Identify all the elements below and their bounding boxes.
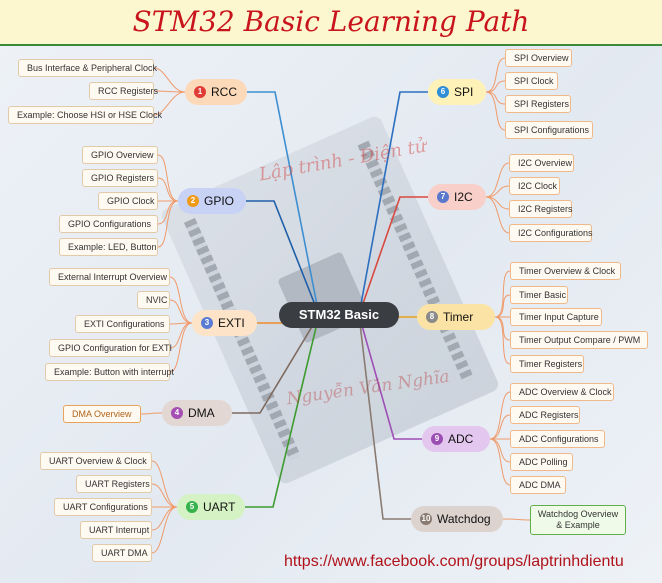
leaf-watchdog-1[interactable]: Watchdog Overview & Example	[530, 505, 626, 535]
branch-line-spi	[358, 91, 428, 316]
leaf-spi-1[interactable]: SPI Overview	[505, 49, 572, 67]
leaf-gpio-1[interactable]: GPIO Overview	[82, 146, 158, 164]
branch-label-uart: UART	[203, 500, 236, 514]
leaf-connector-uart-1	[151, 460, 178, 508]
leaf-i2c-2[interactable]: I2C Clock	[509, 177, 560, 195]
branch-number-gpio: 2	[187, 195, 199, 207]
leaf-exti-2[interactable]: NVIC	[137, 291, 170, 309]
leaf-adc-1[interactable]: ADC Overview & Clock	[510, 383, 614, 401]
leaf-connector-exti-1	[169, 276, 193, 324]
leaf-exti-1[interactable]: External Interrupt Overview	[49, 268, 170, 286]
leaf-rcc-2[interactable]: RCC Registers	[89, 82, 158, 100]
leaf-i2c-4[interactable]: I2C Configurations	[509, 224, 593, 242]
leaf-adc-2[interactable]: ADC Registers	[510, 406, 580, 424]
leaf-connector-gpio-1	[157, 154, 179, 202]
leaf-timer-5[interactable]: Timer Registers	[510, 355, 584, 373]
leaf-exti-5[interactable]: Example: Button with interrupt	[45, 363, 174, 381]
branch-node-i2c[interactable]: 7 I2C	[428, 184, 486, 210]
branch-label-dma: DMA	[188, 406, 215, 420]
branch-line-uart	[245, 314, 320, 508]
leaf-connector-i2c-2	[485, 185, 510, 198]
leaf-uart-2[interactable]: UART Registers	[76, 475, 152, 493]
branch-label-gpio: GPIO	[204, 194, 235, 208]
leaf-uart-5[interactable]: UART DMA	[92, 544, 152, 562]
leaf-timer-2[interactable]: Timer Basic	[510, 286, 568, 304]
leaf-adc-5[interactable]: ADC DMA	[510, 476, 566, 494]
branch-node-exti[interactable]: 3 EXTI	[192, 310, 257, 336]
leaf-exti-3[interactable]: EXTI Configurations	[75, 315, 170, 333]
branch-node-gpio[interactable]: 2 GPIO	[178, 188, 246, 214]
branch-node-rcc[interactable]: 1 RCC	[185, 79, 247, 105]
leaf-rcc-3[interactable]: Example: Choose HSI or HSE Clock	[8, 106, 162, 124]
branch-number-timer: 8	[426, 311, 438, 323]
branch-node-dma[interactable]: 4 DMA	[162, 400, 232, 426]
leaf-spi-3[interactable]: SPI Registers	[505, 95, 571, 113]
branch-label-spi: SPI	[454, 85, 474, 99]
branch-label-rcc: RCC	[211, 85, 237, 99]
mind-map-canvas: STM32 Basic Learning Path Lập trình - Đi…	[0, 0, 662, 583]
group-url[interactable]: https://www.facebook.com/groups/laptrinh…	[284, 553, 624, 571]
leaf-connector-spi-2	[485, 80, 506, 93]
leaf-i2c-1[interactable]: I2C Overview	[509, 154, 574, 172]
leaf-gpio-2[interactable]: GPIO Registers	[82, 169, 158, 187]
leaf-connector-spi-3	[485, 91, 506, 105]
leaf-adc-3[interactable]: ADC Configurations	[510, 430, 605, 448]
branch-label-i2c: I2C	[454, 190, 473, 204]
branch-node-spi[interactable]: 6 SPI	[428, 79, 486, 105]
leaf-connector-spi-4	[485, 91, 506, 131]
leaf-spi-4[interactable]: SPI Configurations	[505, 121, 593, 139]
leaf-connector-uart-5	[151, 506, 178, 554]
leaf-timer-3[interactable]: Timer Input Capture	[510, 308, 602, 326]
branch-number-adc: 9	[431, 433, 443, 445]
branch-number-uart: 5	[186, 501, 198, 513]
branch-number-watchdog: 10	[420, 513, 432, 525]
branch-label-watchdog: Watchdog	[437, 512, 491, 526]
leaf-timer-1[interactable]: Timer Overview & Clock	[510, 262, 621, 280]
leaf-spi-2[interactable]: SPI Clock	[505, 72, 558, 90]
branch-label-adc: ADC	[448, 432, 474, 446]
leaf-connector-i2c-3	[485, 196, 510, 210]
leaf-connector-adc-5	[489, 438, 511, 486]
branch-label-exti: EXTI	[218, 316, 245, 330]
leaf-uart-1[interactable]: UART Overview & Clock	[40, 452, 152, 470]
leaf-uart-4[interactable]: UART Interrupt	[80, 521, 152, 539]
leaf-connector-rcc-1	[153, 67, 186, 93]
leaf-gpio-4[interactable]: GPIO Configurations	[59, 215, 158, 233]
branch-line-watchdog	[358, 314, 411, 520]
leaf-i2c-3[interactable]: I2C Registers	[509, 200, 573, 218]
central-node[interactable]: STM32 Basic	[279, 302, 399, 328]
branch-number-rcc: 1	[194, 86, 206, 98]
branch-number-dma: 4	[171, 407, 183, 419]
branch-node-watchdog[interactable]: 10 Watchdog	[411, 506, 503, 532]
branch-node-uart[interactable]: 5 UART	[177, 494, 245, 520]
leaf-uart-3[interactable]: UART Configurations	[54, 498, 152, 516]
branch-number-exti: 3	[201, 317, 213, 329]
leaf-connector-dma-1	[140, 412, 163, 415]
leaf-dma-1[interactable]: DMA Overview	[63, 405, 141, 423]
branch-label-timer: Timer	[443, 310, 474, 324]
leaf-adc-4[interactable]: ADC Polling	[510, 453, 573, 471]
branch-line-rcc	[247, 91, 320, 316]
leaf-exti-4[interactable]: GPIO Configuration for EXTI	[49, 339, 172, 357]
leaf-rcc-1[interactable]: Bus Interface & Peripheral Clock	[18, 59, 157, 77]
branch-number-spi: 6	[437, 86, 449, 98]
leaf-gpio-5[interactable]: Example: LED, Button	[59, 238, 158, 256]
branch-node-timer[interactable]: 8 Timer	[417, 304, 495, 330]
leaf-gpio-3[interactable]: GPIO Clock	[98, 192, 158, 210]
leaf-connector-watchdog-1	[502, 518, 531, 521]
branch-node-adc[interactable]: 9 ADC	[422, 426, 490, 452]
leaf-timer-4[interactable]: Timer Output Compare / PWM	[510, 331, 648, 349]
branch-number-i2c: 7	[437, 191, 449, 203]
leaf-connector-gpio-5	[157, 200, 179, 248]
